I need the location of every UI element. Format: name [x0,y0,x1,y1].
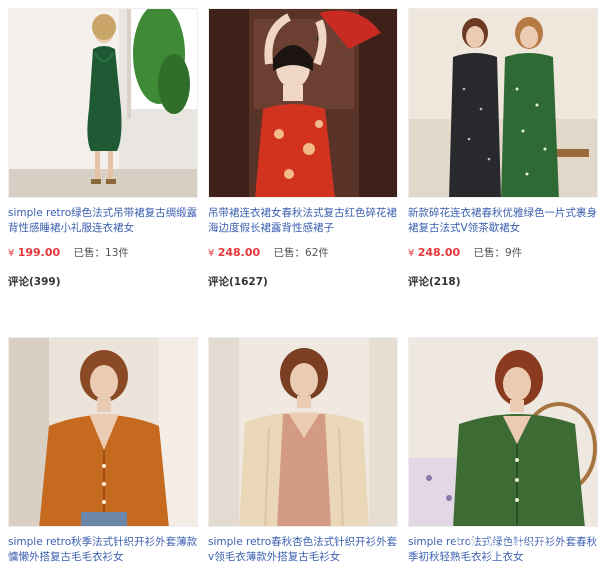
product-card[interactable]: simple retro法式绿色针织开衫外套春秋季初秋轻熟毛衣衫上衣女 [408,337,598,565]
product-image[interactable] [8,8,198,198]
currency-symbol: ¥ [208,248,215,259]
product-card[interactable]: simple retro春秋杏色法式针织开衫外套v领毛衣薄款外搭复古毛衫女 [208,337,398,565]
price-row: ¥ 199.00 已售：13件 [8,246,198,260]
sold-label: 已售： [73,247,106,259]
product-photo-green-satin-dress [9,9,197,197]
review-count: (1627) [229,276,268,288]
product-image[interactable] [208,337,398,527]
product-image[interactable] [8,337,198,527]
product-card[interactable]: simple retro秋季法式针织开衫外套薄款慵懒外搭复古毛毛衣衫女 [8,337,198,565]
product-title[interactable]: 新款碎花连衣裙春秋优雅绿色一片式裹身裙复古法式V领茶歇裙女 [408,206,598,236]
product-image[interactable] [408,8,598,198]
product-price: 248.00 [417,246,461,259]
product-image[interactable] [408,337,598,527]
product-photo-green-cardigan [409,338,597,526]
review-link[interactable]: 评论(218) [408,274,598,289]
product-title[interactable]: 吊带裙连衣裙女春秋法式复古红色碎花裙海边度假长裙露背性感裙子 [208,206,398,236]
sold-count: 13件 [105,247,129,259]
review-label: 评论 [8,276,29,288]
product-photo-apricot-cardigan [209,338,397,526]
review-label: 评论 [208,276,229,288]
product-photo-orange-cardigan [9,338,197,526]
product-price: 248.00 [217,246,261,259]
sold-label: 已售： [273,247,306,259]
review-link[interactable]: 评论(399) [8,274,198,289]
watermark: 知乎 @王威小草 [454,536,550,550]
price-row: ¥ 248.00 已售：9件 [408,246,598,260]
product-image[interactable] [208,8,398,198]
review-count: (399) [29,276,61,288]
review-count: (218) [429,276,461,288]
sold-count: 62件 [305,247,329,259]
product-photo-polka-dot-dresses [409,9,597,197]
review-link[interactable]: 评论(1627) [208,274,398,289]
currency-symbol: ¥ [8,248,15,259]
product-title[interactable]: simple retro春秋杏色法式针织开衫外套v领毛衣薄款外搭复古毛衫女 [208,535,398,565]
price-row: ¥ 248.00 已售：62件 [208,246,398,260]
currency-symbol: ¥ [408,248,415,259]
sold-count: 9件 [505,247,523,259]
review-label: 评论 [408,276,429,288]
product-price: 199.00 [17,246,61,259]
product-card[interactable]: simple retro绿色法式吊带裙复古绸缎露背性感睡裙小礼服连衣裙女 ¥ 1… [8,8,198,289]
product-title[interactable]: simple retro绿色法式吊带裙复古绸缎露背性感睡裙小礼服连衣裙女 [8,206,198,236]
product-card[interactable]: 吊带裙连衣裙女春秋法式复古红色碎花裙海边度假长裙露背性感裙子 ¥ 248.00 … [208,8,398,289]
product-title[interactable]: simple retro秋季法式针织开衫外套薄款慵懒外搭复古毛毛衣衫女 [8,535,198,565]
sold-label: 已售： [473,247,506,259]
product-card[interactable]: 新款碎花连衣裙春秋优雅绿色一片式裹身裙复古法式V领茶歇裙女 ¥ 248.00 已… [408,8,598,289]
product-photo-red-floral-dress [209,9,397,197]
